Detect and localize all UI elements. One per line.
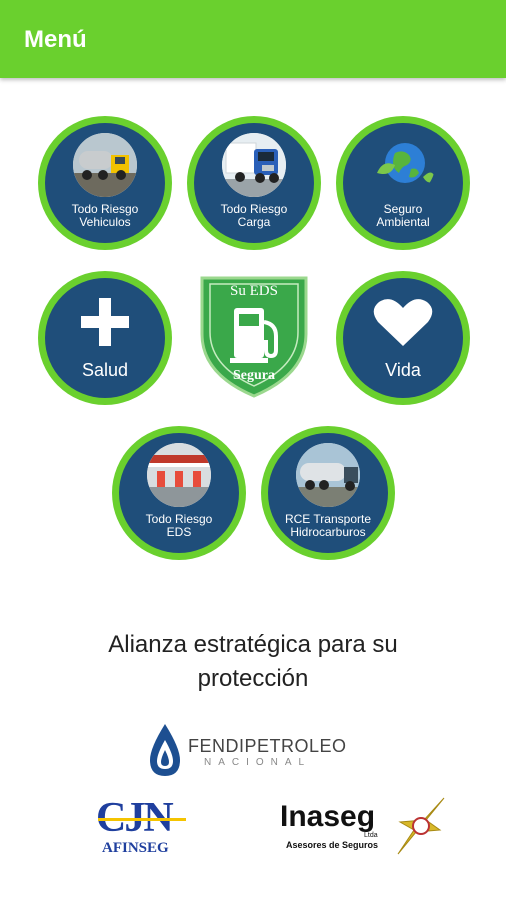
tile-label: Todo Riesgo Vehiculos	[71, 202, 139, 229]
app-bar: Menú	[0, 0, 506, 78]
tile-label: Seguro Ambiental	[376, 202, 430, 229]
tile-label: RCE Transporte Hidrocarburos	[284, 512, 372, 539]
inaseg-name: Inaseg	[280, 800, 376, 833]
tile-label: Salud	[81, 360, 129, 380]
cjn-stripe	[98, 818, 186, 821]
fendipetroleo-sub: NACIONAL	[204, 757, 312, 768]
tile-label: Vida	[385, 360, 421, 380]
inaseg-ltda: Ltda	[364, 832, 378, 839]
truck-tanker-photo	[73, 133, 137, 197]
menu-tile-todo-riesgo-vehiculos[interactable]: Todo Riesgo Vehiculos	[38, 116, 172, 250]
plus-icon	[81, 298, 129, 346]
cjn-afinseg-logo: CJN AFINSEG	[94, 795, 190, 860]
inaseg-logo: Inaseg Ltda Asesores de Seguros	[278, 796, 452, 858]
tile-background: Todo Riesgo Vehiculos	[45, 123, 165, 243]
blue-truck-photo	[222, 133, 286, 197]
tile-background: Seguro Ambiental	[343, 123, 463, 243]
tile-label: Todo Riesgo Carga	[220, 202, 288, 229]
tile-label: Todo Riesgo EDS	[145, 512, 213, 539]
heart-icon	[373, 299, 433, 346]
menu-tile-todo-riesgo-eds[interactable]: Todo Riesgo EDS	[112, 426, 246, 560]
menu-tile-vida[interactable]: Vida	[336, 271, 470, 405]
alliance-heading: Alianza estratégica para su protección	[108, 631, 398, 692]
tile-background: Vida	[343, 278, 463, 398]
tile-background: Todo Riesgo Carga	[194, 123, 314, 243]
menu-tile-seguro-ambiental[interactable]: Seguro Ambiental	[336, 116, 470, 250]
app-bar-title: Menú	[24, 26, 87, 53]
badge-top-text: Su EDS	[230, 283, 278, 299]
inaseg-tagline: Asesores de Seguros	[286, 840, 379, 850]
su-eds-segura-badge[interactable]: Su EDS Segura	[196, 274, 312, 398]
tile-background: Salud	[45, 278, 165, 398]
drop-icon	[150, 724, 180, 776]
fendipetroleo-logo: FENDIPETROLEO NACIONAL	[146, 722, 362, 778]
star-emblem-icon	[397, 797, 445, 855]
cjn-sub: AFINSEG	[102, 840, 169, 856]
fendipetroleo-name: FENDIPETROLEO	[188, 736, 347, 756]
tanker-truck-photo	[296, 443, 360, 507]
gas-station-photo	[147, 443, 211, 507]
menu-tile-todo-riesgo-carga[interactable]: Todo Riesgo Carga	[187, 116, 321, 250]
tile-background: Todo Riesgo EDS	[119, 433, 239, 553]
menu-tile-salud[interactable]: Salud	[38, 271, 172, 405]
globe-leaves-icon	[371, 133, 435, 197]
menu-tile-rce-transporte[interactable]: RCE Transporte Hidrocarburos	[261, 426, 395, 560]
tile-background: RCE Transporte Hidrocarburos	[268, 433, 388, 553]
badge-bottom-text: Segura	[233, 368, 275, 383]
